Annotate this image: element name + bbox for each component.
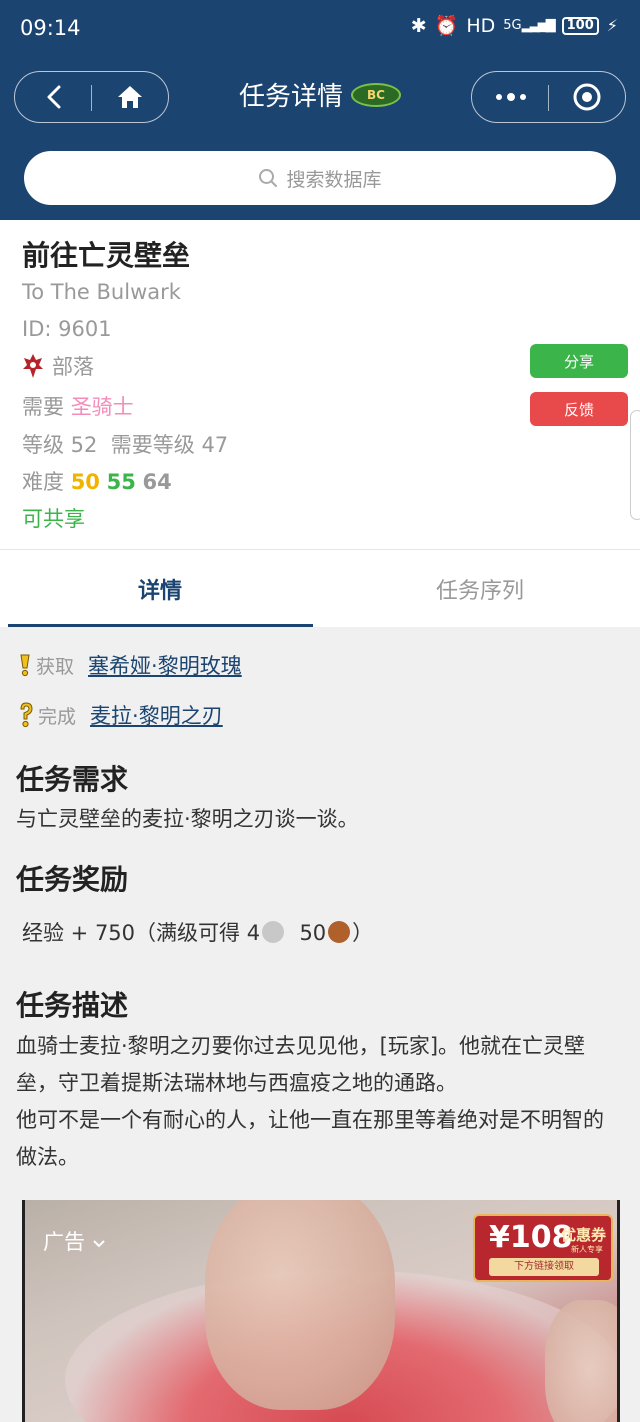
quest-difficulty: 难度 50 55 64 xyxy=(22,466,172,496)
hd-indicator: HD xyxy=(466,14,496,37)
ad-coupon[interactable]: ¥108 优惠券 新人专享 下方链接领取 xyxy=(473,1214,613,1282)
tab-quest-chain[interactable]: 任务序列 xyxy=(320,550,640,628)
quest-start-row: 获取 塞希娅·黎明玫瑰 xyxy=(18,650,242,680)
horde-icon xyxy=(23,354,43,378)
reward-close-paren: ） xyxy=(352,921,374,945)
ad-image-hand-2 xyxy=(545,1300,617,1422)
chevron-down-icon xyxy=(92,1240,105,1248)
page-title-text: 任务详情 xyxy=(238,82,343,112)
capsule-divider xyxy=(548,85,549,111)
difficulty-grey: 64 xyxy=(142,470,172,494)
copper-coin-icon xyxy=(328,921,351,943)
quest-end-row: 完成 麦拉·黎明之刃 xyxy=(18,700,223,730)
question-mark-icon xyxy=(20,702,33,728)
bluetooth-icon: ✱ xyxy=(410,14,427,37)
reward-xp: 经验 + 750（满级可得 4 50 ） xyxy=(22,915,630,952)
quest-name-cn: 前往亡灵壁垒 xyxy=(22,239,191,272)
quest-info-card: 前往亡灵壁垒 To The Bulwark ID: 9601 部落 需要 圣骑士… xyxy=(0,220,640,549)
menu-capsule xyxy=(471,71,626,123)
tab-bar: 详情 任务序列 xyxy=(0,549,640,627)
search-placeholder: 搜索数据库 xyxy=(286,168,382,191)
start-npc-link[interactable]: 塞希娅·黎明玫瑰 xyxy=(88,650,242,680)
quest-requirement: 需要 圣骑士 xyxy=(22,391,134,421)
ad-image-hand xyxy=(205,1200,395,1410)
start-label: 获取 xyxy=(36,655,75,678)
more-dots-icon xyxy=(496,93,526,101)
top-header: 09:14 ✱ ⏰ HD 5G▂▃▅▇ 100 ⚡ 任务详情 BC 搜索数据库 xyxy=(0,0,640,220)
description-paragraph-1: 血骑士麦拉·黎明之刃要你过去见见他，[玩家]。他就在亡灵壁垒，守卫着提斯法瑞林地… xyxy=(16,1034,586,1095)
quest-level: 等级 52 需要等级 47 xyxy=(22,429,228,459)
coupon-title: 优惠券 xyxy=(561,1226,607,1244)
search-icon xyxy=(259,169,278,187)
exclamation-icon xyxy=(20,654,30,677)
end-label: 完成 xyxy=(38,705,77,728)
coupon-subtitle: 新人专享 xyxy=(571,1245,603,1254)
objective-title: 任务需求 xyxy=(16,763,129,796)
more-button[interactable] xyxy=(476,72,546,122)
difficulty-label: 难度 xyxy=(22,470,64,494)
status-time: 09:14 xyxy=(20,16,81,40)
require-label: 需要 xyxy=(22,395,64,419)
description-title: 任务描述 xyxy=(16,989,129,1022)
feedback-button[interactable]: 反馈 xyxy=(530,392,628,426)
status-bar: 09:14 ✱ ⏰ HD 5G▂▃▅▇ 100 ⚡ xyxy=(0,0,640,58)
level-text: 等级 52 xyxy=(22,433,98,457)
quest-faction: 部落 xyxy=(22,351,94,381)
active-tab-indicator xyxy=(8,624,313,627)
rewards-title: 任务奖励 xyxy=(16,863,129,896)
battery-icon: 100 xyxy=(561,16,599,35)
reward-xp-text: 经验 + 750（满级可得 4 xyxy=(22,921,261,945)
ad-label[interactable]: 广告 xyxy=(43,1226,106,1256)
objective-text: 与亡灵壁垒的麦拉·黎明之刃谈一谈。 xyxy=(16,807,359,831)
target-icon xyxy=(573,83,601,111)
side-handle[interactable] xyxy=(630,410,640,520)
difficulty-yellow: 50 xyxy=(70,470,100,494)
reward-copper-amount: 50 xyxy=(299,921,327,945)
signal-icon: 5G▂▃▅▇ xyxy=(503,18,555,33)
faction-label: 部落 xyxy=(52,355,94,379)
bc-logo: BC xyxy=(351,82,401,107)
ad-banner[interactable]: 广告 ¥108 优惠券 新人专享 下方链接领取 xyxy=(22,1200,620,1422)
shareable-label: 可共享 xyxy=(22,507,85,531)
coupon-action: 下方链接领取 xyxy=(489,1258,599,1276)
required-level-text: 需要等级 47 xyxy=(110,433,229,457)
difficulty-green: 55 xyxy=(106,470,136,494)
status-icons: ✱ ⏰ HD 5G▂▃▅▇ 100 ⚡ xyxy=(410,14,618,38)
silver-coin-icon xyxy=(262,921,285,943)
description-text: 血骑士麦拉·黎明之刃要你过去见见他，[玩家]。他就在亡灵壁垒，守卫着提斯法瑞林地… xyxy=(16,1028,624,1176)
charging-icon: ⚡ xyxy=(606,16,618,35)
required-class: 圣骑士 xyxy=(70,395,134,419)
coupon-amount: ¥108 xyxy=(489,1220,573,1255)
quest-id: ID: 9601 xyxy=(22,317,112,341)
quest-name-en: To The Bulwark xyxy=(22,280,181,304)
close-miniapp-button[interactable] xyxy=(552,72,622,122)
share-button[interactable]: 分享 xyxy=(530,344,628,378)
alarm-icon: ⏰ xyxy=(434,15,459,37)
search-input[interactable]: 搜索数据库 xyxy=(24,151,616,205)
description-paragraph-2: 他可不是一个有耐心的人，让他一直在那里等着绝对是不明智的做法。 xyxy=(16,1108,604,1169)
tab-details[interactable]: 详情 xyxy=(0,550,320,628)
end-npc-link[interactable]: 麦拉·黎明之刃 xyxy=(90,700,223,730)
